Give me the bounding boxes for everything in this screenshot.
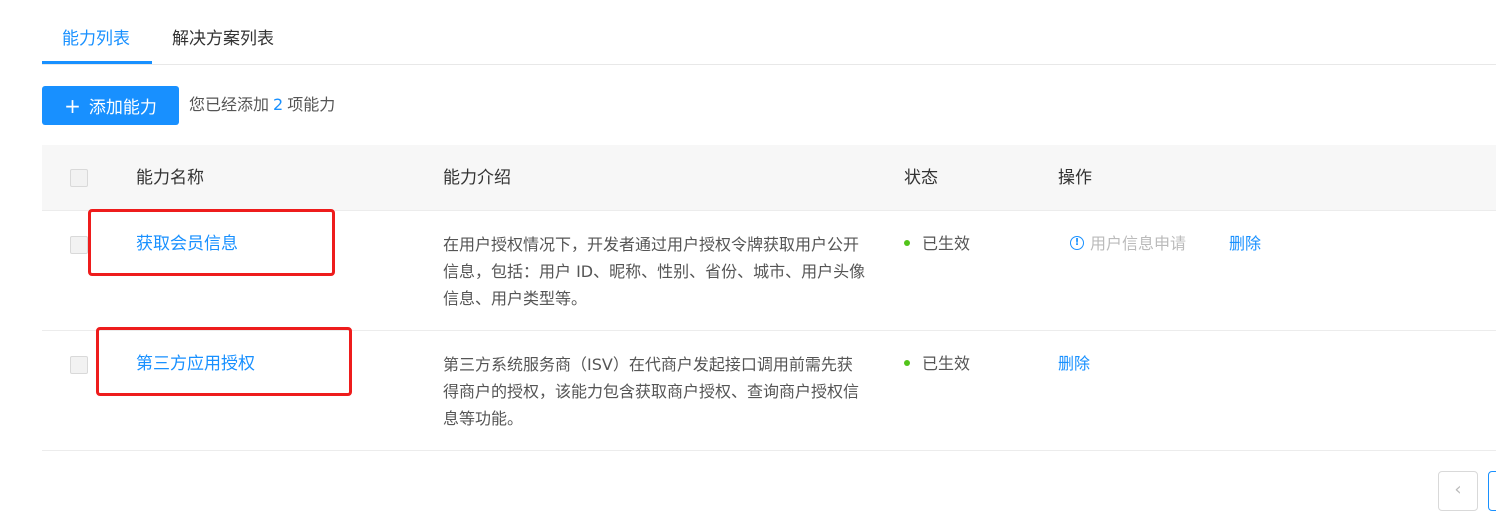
status-cell: 已生效 — [904, 352, 970, 376]
plus-icon: + — [64, 93, 81, 118]
status-cell: 已生效 — [904, 232, 970, 256]
row-checkbox[interactable] — [70, 236, 88, 254]
delete-button[interactable]: 删除 — [1058, 352, 1090, 376]
status-text: 已生效 — [922, 234, 971, 253]
added-count-text: 您已经添加 2 项能力 — [189, 95, 336, 114]
pagination-prev-button[interactable]: ‹ — [1438, 471, 1478, 511]
added-count: 2 — [273, 95, 284, 114]
table-header: 能力名称 能力介绍 状态 操作 — [42, 145, 1496, 211]
row-checkbox[interactable] — [70, 356, 88, 374]
pagination-page-button[interactable] — [1488, 471, 1496, 511]
capability-intro: 在用户授权情况下，开发者通过用户授权令牌获取用户公开信息，包括：用户 ID、昵称… — [443, 235, 866, 308]
header-status: 状态 — [904, 168, 938, 188]
active-tab-indicator — [42, 61, 152, 64]
status-dot-icon — [904, 239, 910, 246]
info-icon: ! — [1070, 235, 1084, 250]
capability-intro: 第三方系统服务商（ISV）在代商户发起接口调用前需先获得商户的授权，该能力包含获… — [443, 355, 860, 428]
header-action: 操作 — [1058, 168, 1092, 188]
user-info-apply-label: 用户信息申请 — [1090, 234, 1187, 253]
tab-bar: 能力列表 解决方案列表 — [42, 0, 1496, 65]
add-capability-label: 添加能力 — [88, 98, 157, 118]
user-info-apply-button[interactable]: ! 用户信息申请 — [1070, 232, 1186, 256]
highlight-box — [88, 209, 335, 276]
tab-capability-list[interactable]: 能力列表 — [62, 27, 130, 51]
add-capability-button[interactable]: + 添加能力 — [42, 86, 179, 125]
delete-button[interactable]: 删除 — [1229, 232, 1261, 256]
status-dot-icon — [904, 359, 910, 366]
highlight-box — [96, 327, 352, 396]
status-text: 已生效 — [922, 354, 971, 373]
select-all-checkbox[interactable] — [70, 169, 88, 187]
tab-solution-list[interactable]: 解决方案列表 — [172, 27, 274, 51]
header-intro: 能力介绍 — [443, 168, 511, 188]
header-name: 能力名称 — [136, 168, 204, 188]
